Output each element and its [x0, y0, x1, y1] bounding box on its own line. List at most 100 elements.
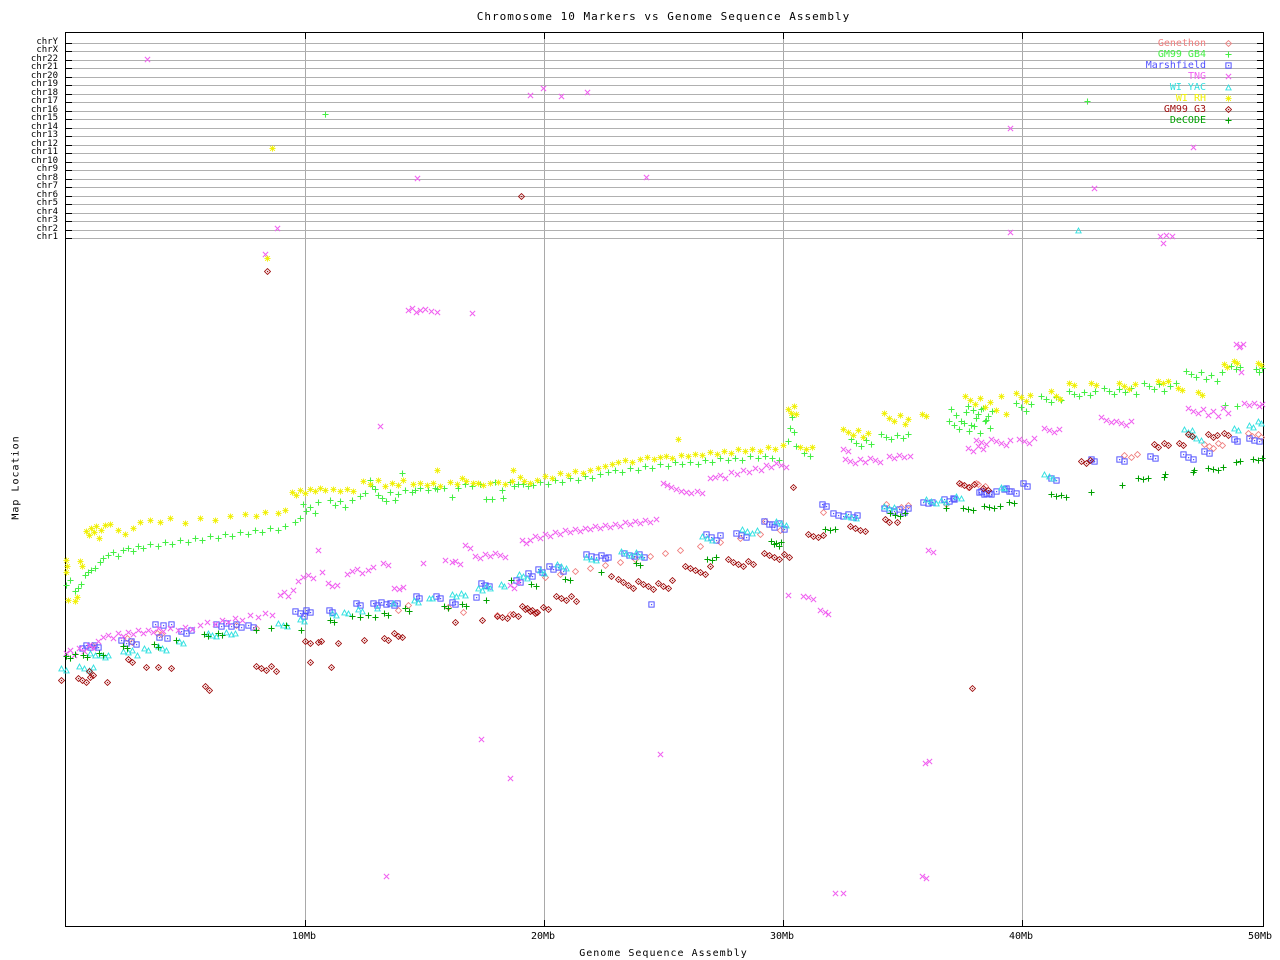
chromosome-line-right-tick	[1257, 161, 1263, 163]
marker-gm99-gb4	[115, 553, 122, 560]
marker-wi-rh	[615, 459, 622, 466]
marker-tng	[832, 890, 839, 897]
marker-wi-rh	[63, 569, 70, 576]
marker-decode	[268, 625, 275, 632]
legend-label: GM99 G3	[1163, 104, 1206, 115]
chromosome-label-chr1: chr1	[36, 232, 58, 242]
marker-tng	[1128, 418, 1135, 425]
marker-gm99-gb4	[489, 496, 496, 503]
gridline-10Mb	[305, 33, 306, 926]
marker-gm99-gb4	[1198, 369, 1205, 376]
marker-wi-rh	[527, 480, 534, 487]
legend-entry-decode: DeCODE	[1051, 115, 1206, 126]
marker-decode	[219, 632, 226, 639]
marker-genethon	[697, 543, 704, 550]
marker-wi-yac	[1075, 227, 1082, 234]
marker-tng	[923, 875, 930, 882]
marker-decode	[713, 554, 720, 561]
marker-wi-rh	[557, 470, 564, 477]
marker-wi-yac	[145, 647, 152, 654]
marker-gm99-gb4	[399, 470, 406, 477]
marker-gm99-gb4	[605, 469, 612, 476]
marker-tng	[1056, 426, 1063, 433]
chromosome-line-left-tick	[66, 221, 72, 222]
marker-tng	[584, 89, 591, 96]
marker-genethon	[1134, 451, 1141, 458]
marker-wi-rh	[572, 468, 579, 475]
marker-wi-rh	[410, 481, 417, 488]
chromosome-line-chr12	[66, 144, 1263, 146]
marker-gm99-g3	[90, 672, 97, 679]
marker-wi-rh	[65, 597, 72, 604]
marker-gm99-gb4	[402, 487, 409, 494]
marker-wi-rh	[242, 511, 249, 518]
marker-wi-rh	[728, 450, 735, 457]
legend-entry-wi-yac: WI YAC	[1051, 82, 1206, 93]
marker-genethon	[602, 562, 609, 569]
y-axis-title: Map Location	[10, 435, 22, 520]
legend-label: TNG	[1187, 71, 1206, 82]
marker-gm99-gb4	[983, 417, 990, 424]
marker-gm99-g3	[515, 613, 522, 620]
marker-tng	[144, 56, 151, 63]
marker-tng	[385, 562, 392, 569]
marker-decode	[1162, 471, 1169, 478]
marker-wi-rh	[699, 452, 706, 459]
marker-gm99-g3	[702, 571, 709, 578]
marker-wi-rh	[735, 446, 742, 453]
legend-entry-gm99-g3: GM99 G3	[1051, 104, 1206, 115]
marker-gm99-gb4	[155, 543, 162, 550]
marker-tng	[1007, 437, 1014, 444]
marker-wi-rh	[685, 453, 692, 460]
marker-gm99-g3	[1189, 433, 1196, 440]
x-tick-label-10Mb: 10Mb	[291, 931, 317, 942]
marker-gm99-gb4	[169, 541, 176, 548]
marker-tng	[1215, 413, 1222, 420]
marker-gm99-gb4	[956, 426, 963, 433]
marker-gm99-g3	[886, 519, 893, 526]
marker-wi-rh	[322, 487, 329, 494]
chart-title: Chromosome 10 Markers vs Genome Sequence…	[476, 10, 851, 23]
marker-decode	[533, 583, 540, 590]
marker-tng	[1259, 401, 1266, 408]
marker-gm99-g3	[573, 598, 580, 605]
marker-wi-yac	[333, 612, 340, 619]
marker-wi-rh	[367, 481, 374, 488]
marker-decode	[997, 503, 1004, 510]
marker-wi-rh	[595, 465, 602, 472]
marker-decode	[778, 539, 785, 546]
marker-decode	[84, 654, 91, 661]
marker-wi-rh	[264, 255, 271, 262]
chromosome-line-right-tick	[1257, 187, 1263, 188]
marker-wi-rh	[79, 563, 86, 570]
marker-wi-rh	[1057, 396, 1064, 403]
marker-gm99-gb4	[739, 457, 746, 464]
marker-wi-yac	[563, 565, 570, 572]
legend-label: WI YAC	[1169, 82, 1206, 93]
marker-wi-rh	[1003, 411, 1010, 418]
marker-marshfield	[717, 532, 724, 539]
chromosome-line-chr1	[66, 238, 1263, 239]
marker-gm99-g3	[650, 586, 657, 593]
marker-wi-rh	[1027, 392, 1034, 399]
marker-gm99-g3	[786, 554, 793, 561]
marker-gm99-g3	[971, 481, 978, 488]
marker-wi-rh	[692, 451, 699, 458]
marker-tng	[457, 561, 464, 568]
marker-wi-rh	[487, 480, 494, 487]
marker-wi-yac	[541, 570, 548, 577]
marker-gm99-gb4	[392, 497, 399, 504]
chromosome-line-chr4	[66, 212, 1263, 214]
marker-wi-rh	[157, 519, 164, 526]
marker-gm99-gb4	[559, 479, 566, 486]
chromosome-line-right-tick	[1257, 85, 1263, 86]
marker-gm99-gb4	[657, 461, 664, 468]
marker-tng	[1190, 144, 1197, 151]
marker-gm99-gb4	[589, 475, 596, 482]
marker-wi-rh	[1132, 381, 1139, 388]
marker-wi-rh	[1165, 378, 1172, 385]
marker-wi-rh	[360, 478, 367, 485]
chromosome-line-right-tick	[1257, 221, 1263, 222]
legend-marker-x-icon	[1225, 73, 1232, 80]
marker-wi-yac	[1050, 475, 1057, 482]
